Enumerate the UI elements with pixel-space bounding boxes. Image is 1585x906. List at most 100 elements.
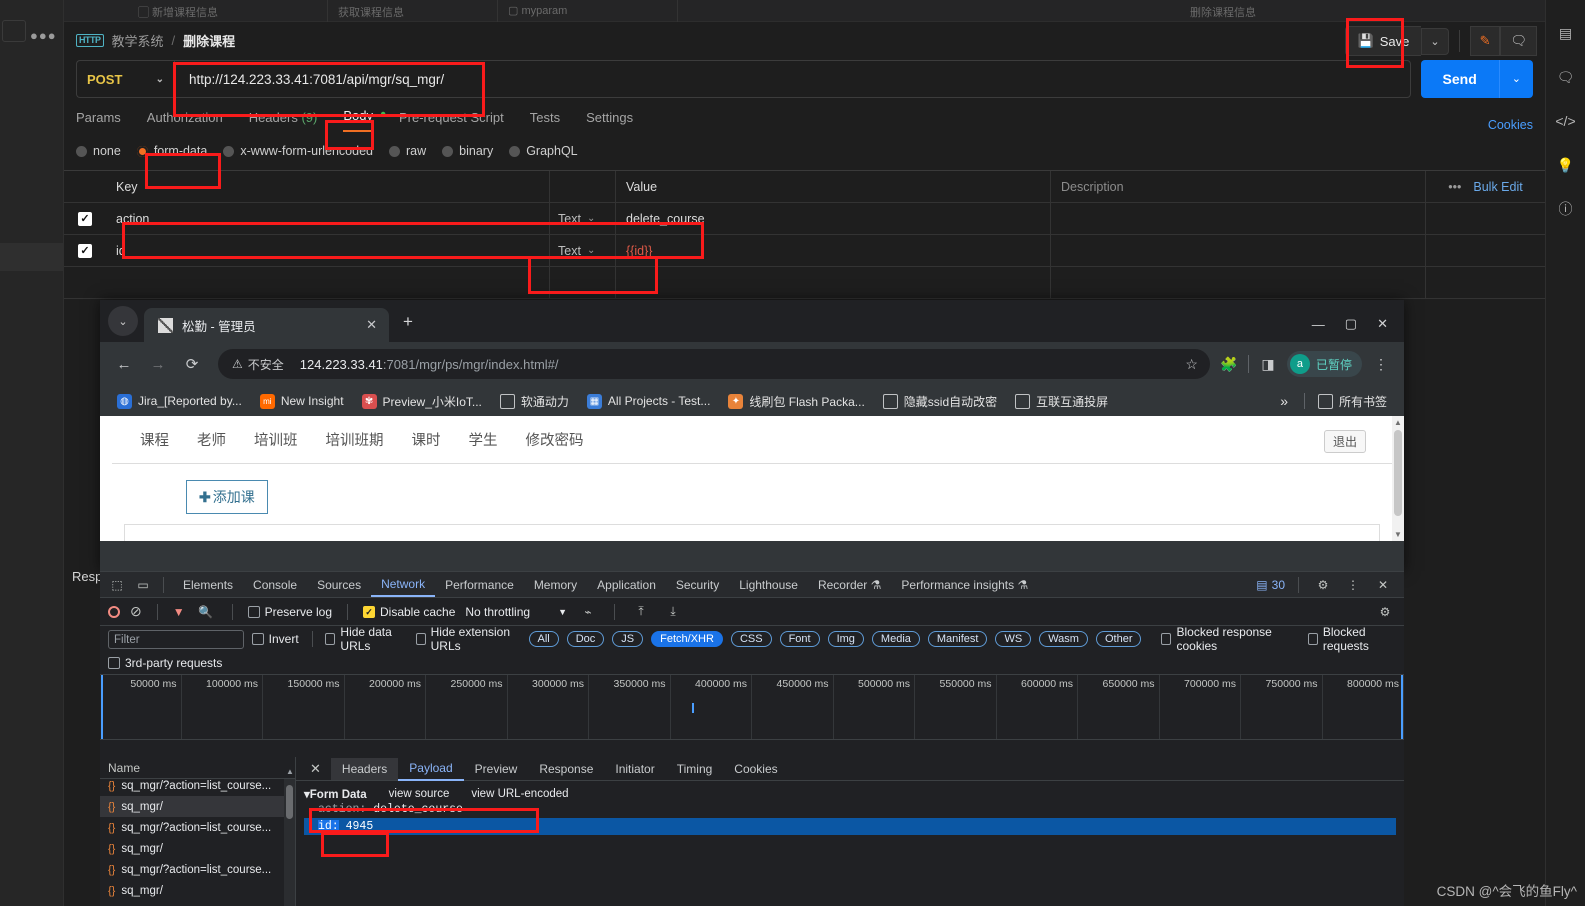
bookmark-item[interactable]: ✾ Preview_小米IoT...: [355, 390, 489, 413]
body-type-raw[interactable]: raw: [389, 144, 426, 158]
bookmark-folder[interactable]: 互联互通投屏: [1008, 390, 1115, 413]
page-nav-item-courses[interactable]: 课程: [140, 429, 169, 450]
code-icon[interactable]: </>: [1555, 110, 1577, 132]
chip-js[interactable]: JS: [612, 631, 644, 647]
comment-bubble-icon[interactable]: 🗨: [1500, 26, 1537, 56]
form-data-title[interactable]: ▾Form Data: [304, 787, 367, 801]
blocked-requests-checkbox[interactable]: Blocked requests: [1307, 625, 1396, 653]
scroll-down-arrow-icon[interactable]: ▼: [1394, 530, 1402, 539]
tab-response[interactable]: Response: [528, 758, 604, 780]
tab-headers[interactable]: Headers: [330, 757, 399, 780]
forward-icon[interactable]: →: [144, 350, 172, 378]
postman-tab-strip[interactable]: ▢ 新增课程信息 获取课程信息 ▢ myparam 删除课程信息: [0, 0, 1585, 22]
tab-preview[interactable]: Preview: [464, 758, 529, 780]
network-timeline-overview[interactable]: 50000 ms 100000 ms 150000 ms 200000 ms 2…: [100, 674, 1404, 740]
tab-payload[interactable]: Payload: [398, 757, 464, 781]
chrome-menu-icon[interactable]: ⋮: [1368, 351, 1394, 377]
hide-extension-urls-checkbox[interactable]: Hide extension URLs: [415, 625, 521, 653]
network-settings-gear-icon[interactable]: ⚙: [1374, 602, 1396, 622]
body-type-form-data[interactable]: form-data: [136, 144, 207, 158]
tab-timing[interactable]: Timing: [666, 758, 724, 780]
devtools-more-icon[interactable]: ⋮: [1342, 575, 1364, 595]
bookmark-item[interactable]: ◍ Jira_[Reported by...: [110, 391, 249, 412]
chip-fetch-xhr[interactable]: Fetch/XHR: [651, 631, 723, 647]
page-nav-item-lessons[interactable]: 课时: [412, 429, 441, 450]
add-course-button[interactable]: ✚ 添加课: [186, 480, 268, 514]
body-type-none[interactable]: none: [76, 144, 121, 158]
tab-console[interactable]: Console: [243, 574, 307, 596]
clear-icon[interactable]: ⊘: [130, 603, 142, 620]
row-key-input[interactable]: action: [106, 202, 550, 235]
not-secure-badge[interactable]: ⚠ 不安全: [230, 354, 292, 375]
row-description-input[interactable]: [1050, 234, 1425, 267]
row-actions[interactable]: [1425, 234, 1545, 267]
breadcrumb-parent[interactable]: 教学系统: [112, 31, 164, 50]
reload-icon[interactable]: ⟳: [178, 350, 206, 378]
browser-tab[interactable]: 松勤 - 管理员 ✕: [144, 308, 389, 342]
url-input[interactable]: http://124.223.33.41:7081/api/mgr/sq_mgr…: [174, 60, 1411, 98]
tab-memory[interactable]: Memory: [524, 574, 587, 596]
table-row[interactable]: ✓ action Text ⌄ delete_course: [64, 202, 1545, 235]
devtools-close-icon[interactable]: ✕: [1372, 575, 1394, 595]
record-icon[interactable]: [108, 605, 120, 618]
chip-manifest[interactable]: Manifest: [927, 631, 988, 647]
chip-all[interactable]: All: [528, 631, 559, 647]
settings-gear-icon[interactable]: ⚙: [1312, 575, 1334, 595]
info-icon[interactable]: ⓘ: [1555, 198, 1577, 220]
tab-network[interactable]: Network: [371, 573, 436, 597]
rail-selected-row[interactable]: [0, 243, 64, 271]
ghost-tab-3[interactable]: ▢ myparam: [498, 0, 678, 22]
issues-badge[interactable]: ▤ 30: [1256, 578, 1285, 592]
tab-sources[interactable]: Sources: [307, 574, 371, 596]
tab-params[interactable]: Params: [76, 110, 121, 132]
send-dropdown-caret[interactable]: ⌄: [1498, 60, 1533, 98]
window-close-icon[interactable]: ✕: [1377, 316, 1388, 332]
list-item[interactable]: {} sq_mgr/: [100, 838, 295, 859]
tab-recorder[interactable]: Recorder ⚗: [808, 574, 891, 596]
tab-initiator[interactable]: Initiator: [604, 758, 665, 780]
row-actions[interactable]: [1425, 202, 1545, 235]
tab-tests[interactable]: Tests: [530, 110, 560, 132]
profile-button[interactable]: a 已暂停: [1286, 351, 1362, 377]
bulk-edit-link[interactable]: Bulk Edit: [1473, 180, 1522, 194]
all-bookmarks-folder[interactable]: 所有书签: [1311, 390, 1394, 413]
tab-body[interactable]: Body •: [343, 106, 386, 132]
tab-lighthouse[interactable]: Lighthouse: [729, 574, 808, 596]
bulk-edit-cell[interactable]: ••• Bulk Edit: [1425, 170, 1545, 203]
bulb-icon[interactable]: 💡: [1555, 154, 1577, 176]
invert-checkbox[interactable]: Invert: [251, 632, 299, 646]
save-button[interactable]: 💾 Save: [1344, 26, 1422, 56]
list-item[interactable]: {} sq_mgr/?action=list_course...: [100, 775, 295, 796]
page-nav-item-students[interactable]: 学生: [469, 429, 498, 450]
tab-cookies[interactable]: Cookies: [723, 758, 788, 780]
tab-security[interactable]: Security: [666, 574, 729, 596]
table-row[interactable]: ✓ id Text ⌄ {{id}}: [64, 234, 1545, 267]
new-tab-button[interactable]: +: [403, 312, 413, 332]
back-icon[interactable]: ←: [110, 350, 138, 378]
comment-icon[interactable]: 🗨: [1555, 66, 1577, 88]
bookmark-item[interactable]: ▦ All Projects - Test...: [580, 391, 717, 412]
rail-box[interactable]: [2, 20, 26, 42]
empty-actions[interactable]: [1425, 266, 1545, 299]
third-party-requests-checkbox[interactable]: 3rd-party requests: [108, 656, 222, 670]
logout-button[interactable]: 退出: [1323, 430, 1366, 453]
ghost-tab-2[interactable]: 获取课程信息: [328, 0, 498, 22]
page-scrollbar[interactable]: ▲ ▼: [1392, 416, 1404, 541]
cookies-link[interactable]: Cookies: [1488, 118, 1533, 132]
inspect-element-icon[interactable]: ⬚: [106, 575, 128, 595]
tab-application[interactable]: Application: [587, 574, 666, 596]
network-conditions-icon[interactable]: ⌁: [577, 602, 599, 622]
row-type-select[interactable]: Text ⌄: [550, 244, 615, 258]
bookmark-folder[interactable]: 软通动力: [493, 390, 576, 413]
side-panel-icon[interactable]: ◨: [1255, 351, 1281, 377]
document-icon[interactable]: ▤: [1555, 22, 1577, 44]
request-list-scrollbar[interactable]: ▲: [284, 767, 295, 906]
close-icon[interactable]: ✕: [366, 317, 377, 333]
filter-funnel-icon[interactable]: ▼: [173, 605, 185, 619]
export-har-icon[interactable]: ⤓: [662, 602, 684, 622]
form-data-entry[interactable]: action: delete_course: [304, 801, 1396, 818]
ghost-tab-1[interactable]: ▢ 新增课程信息: [128, 0, 328, 22]
extensions-puzzle-icon[interactable]: 🧩: [1216, 351, 1242, 377]
tab-performance[interactable]: Performance: [435, 574, 524, 596]
page-nav-item-class-terms[interactable]: 培训班期: [326, 429, 384, 450]
